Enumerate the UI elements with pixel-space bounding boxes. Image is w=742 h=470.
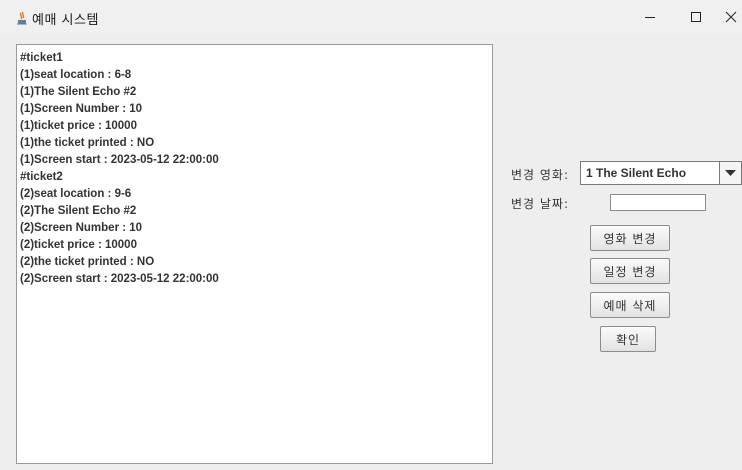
movie-select[interactable]: 1 The Silent Echo — [580, 161, 742, 185]
maximize-button[interactable] — [673, 0, 719, 34]
change-movie-button[interactable]: 영화 변경 — [590, 225, 670, 251]
ticket-line: (2)The Silent Echo #2 — [20, 205, 137, 217]
close-button[interactable] — [719, 0, 742, 34]
triangle-down-icon — [725, 170, 736, 176]
ticket-line: (1)The Silent Echo #2 — [20, 86, 137, 98]
ticket-info-textarea[interactable]: #ticket1 (1)seat location : 6-8 (1)The S… — [16, 44, 493, 464]
ticket-line: (2)the ticket printed : NO — [20, 256, 155, 268]
delete-booking-button[interactable]: 예매 삭제 — [590, 292, 670, 318]
ticket-line: (1)Screen Number : 10 — [20, 103, 143, 115]
ticket-line: (1)ticket price : 10000 — [20, 120, 137, 132]
ticket-info-lines: #ticket1 (1)seat location : 6-8 (1)The S… — [20, 50, 219, 288]
app-window: 예매 시스템 #ticket1 (1)seat location : 6-8 (… — [0, 0, 742, 470]
ticket-line: (1)seat location : 6-8 — [20, 69, 132, 81]
date-change-label: 변경 날짜: — [511, 197, 570, 211]
ticket-line: (1)the ticket printed : NO — [20, 137, 155, 149]
ticket-line: (2)Screen start : 2023-05-12 22:00:00 — [20, 273, 219, 285]
title-bar[interactable]: 예매 시스템 — [0, 0, 742, 34]
window-title: 예매 시스템 — [32, 13, 99, 28]
minimize-icon — [645, 17, 655, 18]
confirm-button[interactable]: 확인 — [600, 326, 656, 352]
maximize-icon — [691, 12, 701, 22]
date-input[interactable] — [610, 194, 706, 211]
close-icon — [725, 11, 736, 23]
ticket-line: (2)seat location : 9-6 — [20, 188, 132, 200]
ticket-line: (1)Screen start : 2023-05-12 22:00:00 — [20, 154, 219, 166]
dropdown-arrow-button[interactable] — [719, 162, 741, 184]
movie-change-label: 변경 영화: — [511, 168, 570, 182]
ticket-line: #ticket2 — [20, 171, 63, 183]
ticket-line: (2)ticket price : 10000 — [20, 239, 137, 251]
movie-select-value: 1 The Silent Echo — [586, 166, 687, 180]
java-cup-icon — [14, 10, 30, 25]
change-schedule-button[interactable]: 일정 변경 — [590, 258, 670, 284]
ticket-line: #ticket1 — [20, 52, 63, 64]
ticket-line: (2)Screen Number : 10 — [20, 222, 143, 234]
minimize-button[interactable] — [627, 0, 673, 34]
